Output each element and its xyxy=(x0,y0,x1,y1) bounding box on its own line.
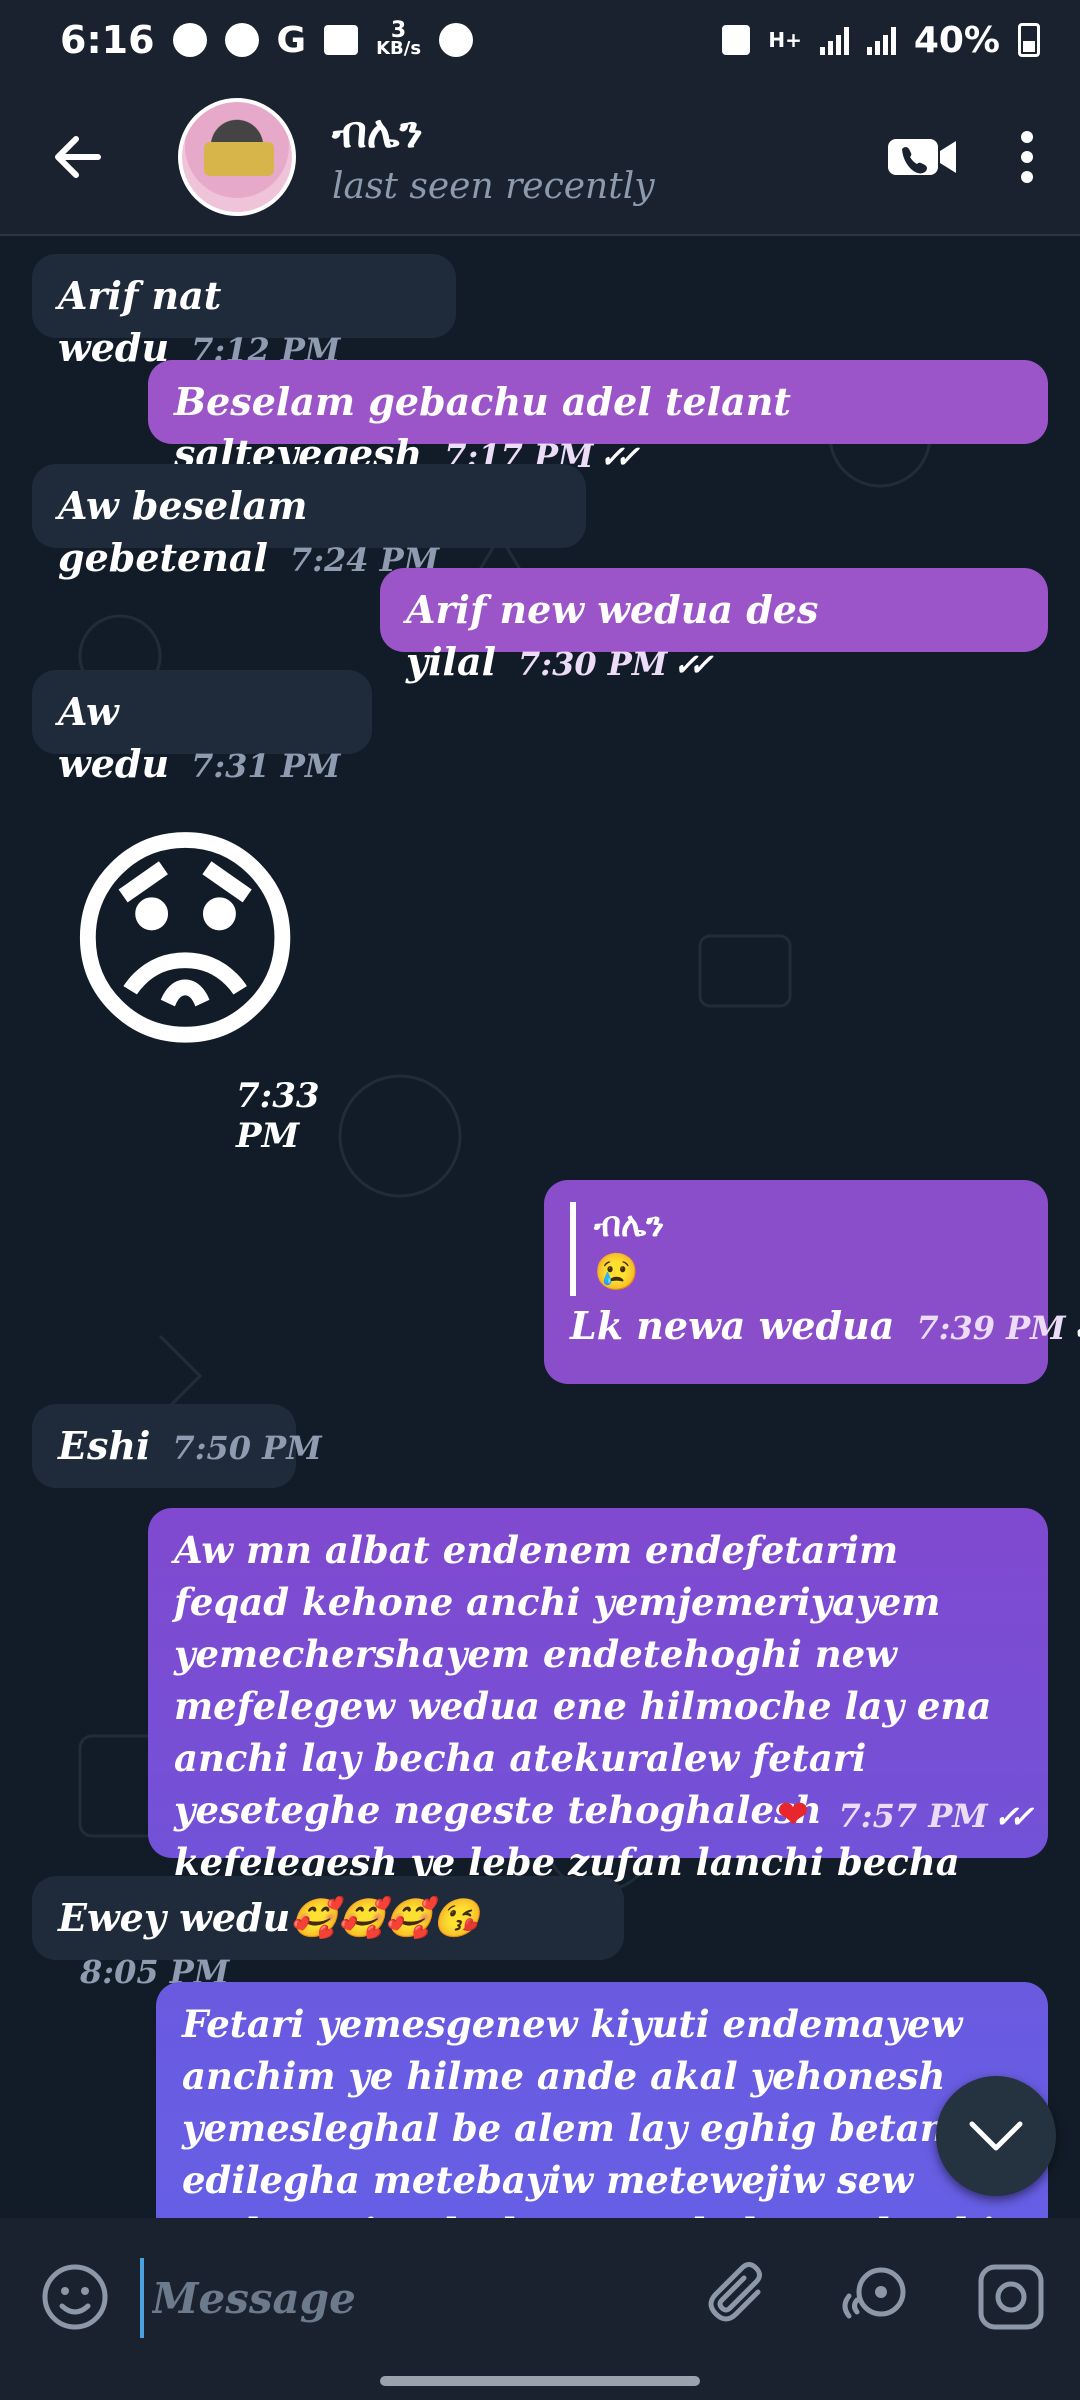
camera-icon xyxy=(978,2264,1044,2330)
chevron-down-icon xyxy=(969,2121,1023,2151)
read-ticks-icon: ✓✓ xyxy=(599,440,639,475)
message-time: 7:39 PM xyxy=(916,1309,1066,1347)
back-arrow-icon xyxy=(55,136,101,178)
message-input[interactable] xyxy=(140,2258,660,2338)
large-emoji: 😟 xyxy=(60,802,311,1082)
last-seen: last seen recently xyxy=(332,166,655,207)
message-bubble-outgoing[interactable]: Arif new wedua des yilal 7:30 PM ✓✓ xyxy=(380,568,1048,684)
message-time: 7:33 PM xyxy=(236,1076,320,1156)
signal-icon xyxy=(866,25,896,55)
microphone-icon xyxy=(842,2267,906,2319)
voice-button[interactable] xyxy=(830,2252,920,2342)
battery-percent: 40% xyxy=(913,19,1000,61)
chat-title: ብሌን xyxy=(332,107,423,158)
status-bar: 6:16 G 3 KB/s H+ 40% xyxy=(0,0,1080,80)
google-icon: G xyxy=(276,19,307,61)
heart-icon: ❤ xyxy=(777,1792,809,1836)
message-bubble-incoming[interactable]: Eshi 7:50 PM xyxy=(32,1404,322,1488)
status-right: H+ 40% xyxy=(722,20,1040,61)
emoji-button[interactable] xyxy=(30,2252,120,2342)
play-icon xyxy=(439,23,474,57)
back-button[interactable] xyxy=(28,107,128,207)
paperclip-icon xyxy=(708,2262,762,2322)
reply-preview[interactable]: ብሌን 😢 xyxy=(570,1202,1022,1296)
call-button[interactable] xyxy=(862,107,982,207)
gallery-icon xyxy=(324,25,359,55)
message-bubble-outgoing[interactable]: ብሌን 😢 Lk newa wedua 7:39 PM✓✓ xyxy=(544,1180,1080,1384)
message-text: Eshi xyxy=(58,1423,151,1468)
message-text: Ewey wedu🥰🥰🥰😘 xyxy=(58,1895,480,1940)
net-speed-unit: KB/s xyxy=(376,38,422,59)
network-type: H+ xyxy=(768,28,802,52)
notification-icon xyxy=(172,23,207,57)
message-time: 7:30 PM xyxy=(518,645,668,683)
avatar[interactable] xyxy=(178,98,296,216)
emoji-message[interactable]: 😟 7:33 PM xyxy=(60,802,380,1156)
more-options-button[interactable] xyxy=(982,107,1072,207)
message-bubble-outgoing[interactable]: Fetari yemesgenew kiyuti endemayew anchi… xyxy=(156,1982,1048,2218)
message-text: Lk newa wedua xyxy=(570,1303,895,1348)
net-speed: 3 KB/s xyxy=(376,20,422,59)
status-time: 6:16 xyxy=(60,18,155,62)
camera-button[interactable] xyxy=(966,2252,1056,2342)
chat-area[interactable]: Arif nat wedu 7:12 PM Beselam gebachu ade… xyxy=(0,236,1080,2218)
message-time: 7:50 PM xyxy=(172,1429,322,1467)
notification-icon xyxy=(224,23,259,57)
message-bubble-incoming[interactable]: Aw wedu 7:31 PM xyxy=(32,670,372,786)
home-indicator[interactable] xyxy=(380,2376,700,2386)
message-text: Aw beselam gebetenal xyxy=(58,483,308,580)
chat-header: ብሌን last seen recently xyxy=(0,80,1080,236)
reply-emoji: 😢 xyxy=(594,1251,639,1293)
message-time: 7:57 PM xyxy=(838,1797,988,1835)
battery-icon xyxy=(1018,23,1040,57)
input-bar xyxy=(0,2218,1080,2400)
read-ticks-icon: ✓✓ xyxy=(993,1800,1034,1835)
kebab-menu-icon xyxy=(1021,131,1033,183)
battery-saver-icon xyxy=(722,25,751,55)
message-time: 7:31 PM xyxy=(191,747,341,785)
message-bubble-outgoing[interactable]: Aw mn albat endenem endefetarim feqad ke… xyxy=(148,1508,1048,1936)
scroll-down-button[interactable] xyxy=(936,2076,1056,2196)
message-bubble-incoming[interactable]: Aw beselam gebetenal 7:24 PM xyxy=(32,464,586,580)
message-text: Aw wedu xyxy=(58,689,170,786)
signal-icon xyxy=(819,25,849,55)
video-call-icon xyxy=(888,139,956,175)
message-bubble-incoming[interactable]: Ewey wedu🥰🥰🥰😘8:05 PM xyxy=(32,1876,624,1991)
message-bubble-incoming[interactable]: Arif nat wedu 7:12 PM xyxy=(32,254,456,370)
status-left: 6:16 G 3 KB/s xyxy=(60,18,474,62)
reply-sender: ብሌን xyxy=(594,1205,665,1245)
attach-button[interactable] xyxy=(696,2252,786,2342)
emoji-icon xyxy=(42,2264,108,2330)
read-ticks-icon: ✓✓ xyxy=(673,648,713,683)
message-bubble-outgoing[interactable]: Beselam gebachu adel telant salteyeqesh 7… xyxy=(148,360,1048,476)
chat-title-block[interactable]: ብሌን last seen recently xyxy=(332,107,862,207)
read-ticks-icon: ✓✓ xyxy=(1072,1312,1080,1347)
message-text: Fetari yemesgenew kiyuti endemayew anchi… xyxy=(182,2002,994,2218)
